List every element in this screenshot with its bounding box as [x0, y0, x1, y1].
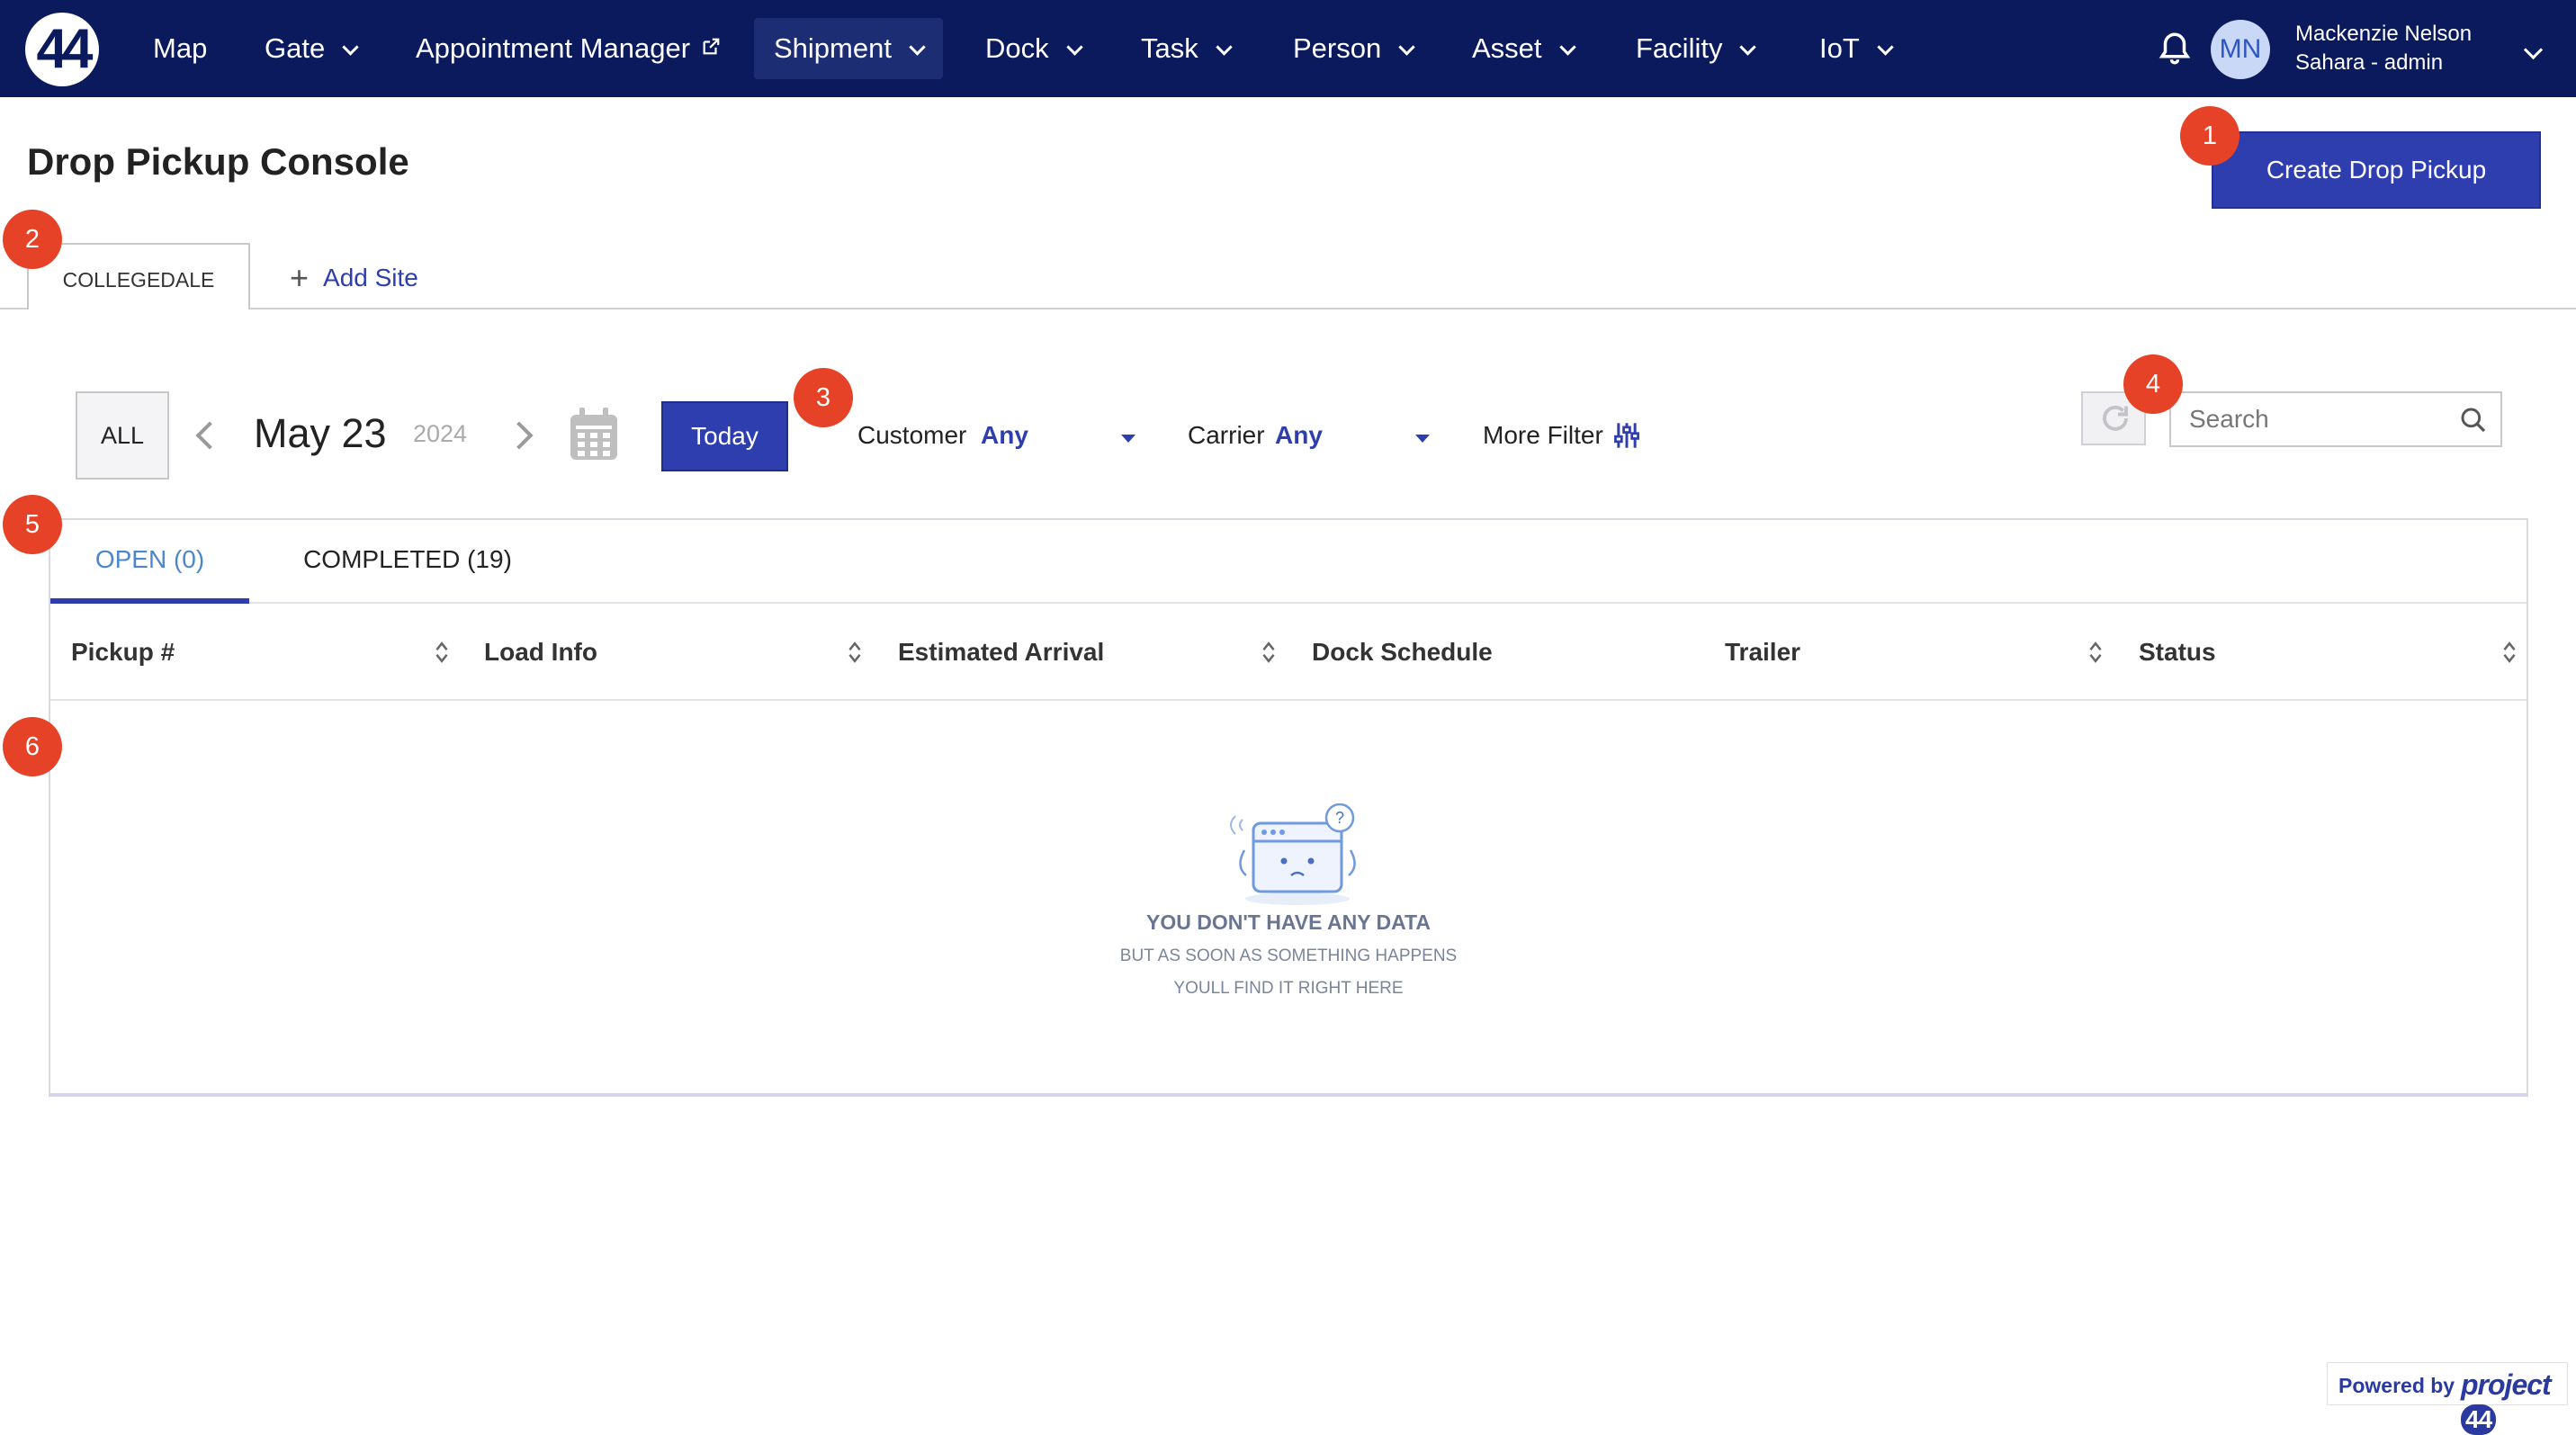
all-dates-button[interactable]: ALL [76, 391, 169, 480]
column-header-dock-schedule: Dock Schedule [1312, 638, 1493, 666]
annotation-badge-1: 1 [2180, 106, 2239, 166]
refresh-icon [2103, 405, 2128, 431]
add-site-label: Add Site [323, 264, 418, 291]
empty-state-subtitle: YOULL FIND IT RIGHT HERE [1173, 979, 1404, 998]
customer-filter-label: Customer [857, 421, 967, 449]
nav-item-label: Facility [1636, 32, 1723, 64]
calendar-icon[interactable] [569, 408, 619, 462]
annotation-badge-4: 4 [2123, 354, 2183, 414]
customer-filter-select[interactable]: Any [981, 421, 1028, 450]
chevron-down-icon [1739, 39, 1757, 56]
nav-item-label: Map [153, 32, 208, 64]
tab-completed[interactable]: COMPLETED (19) [274, 520, 542, 604]
carrier-filter-label: Carrier [1188, 421, 1265, 449]
user-avatar[interactable]: MN [2211, 20, 2270, 79]
column-header-load-info[interactable]: Load Info [484, 604, 597, 701]
sort-icon[interactable] [2087, 640, 2104, 665]
search-input[interactable] [2171, 393, 2441, 445]
today-button[interactable]: Today [661, 401, 788, 471]
nav-item-dock[interactable]: Dock [965, 18, 1100, 79]
sort-icon[interactable] [1261, 640, 1277, 665]
nav-item-iot[interactable]: IoT [1800, 18, 1911, 79]
project44-logo[interactable]: 44 [25, 13, 99, 86]
brand-text: project [2461, 1368, 2552, 1401]
chevron-down-icon [1558, 39, 1576, 56]
table-header: Pickup # Load Info Estimated Arrival Doc… [50, 604, 2527, 701]
brand-badge: 44 [2461, 1404, 2497, 1435]
tab-open[interactable]: OPEN (0) [50, 520, 249, 604]
nav-item-person[interactable]: Person [1273, 18, 1432, 79]
annotation-badge-6: 6 [3, 717, 62, 776]
site-tabs-divider [0, 308, 2576, 309]
more-filter-button[interactable]: More Filter [1483, 421, 1603, 450]
nav-item-label: Gate [265, 32, 326, 64]
bell-icon[interactable] [2156, 29, 2194, 68]
chevron-down-icon[interactable] [2523, 40, 2544, 60]
nav-item-shipment[interactable]: Shipment [754, 18, 943, 79]
sort-icon[interactable] [847, 640, 863, 665]
annotation-badge-5: 5 [3, 495, 62, 554]
annotation-badge-2: 2 [3, 210, 62, 269]
powered-by-text: Powered by [2338, 1374, 2455, 1397]
carrier-filter-select[interactable]: Any [1275, 421, 1323, 450]
nav-item-label: Asset [1472, 32, 1542, 64]
nav-item-map[interactable]: Map [133, 18, 227, 79]
chevron-down-icon [342, 39, 359, 56]
nav-item-label: Person [1293, 32, 1382, 64]
site-tab-collegedale[interactable]: COLLEGEDALE [27, 243, 250, 309]
nav-item-label: Shipment [774, 32, 892, 64]
annotation-badge-3: 3 [794, 368, 853, 427]
svg-text:?: ? [1335, 809, 1344, 827]
user-name[interactable]: Mackenzie Nelson [2295, 22, 2472, 47]
nav-item-asset[interactable]: Asset [1452, 18, 1593, 79]
project44-brand: project44 [2461, 1368, 2567, 1435]
chevron-down-icon [1065, 39, 1083, 56]
selected-year: 2024 [413, 420, 468, 447]
nav-item-appointment-manager[interactable]: Appointment Manager [396, 18, 740, 79]
nav-item-label: IoT [1819, 32, 1860, 64]
sliders-icon[interactable] [1614, 421, 1639, 450]
top-navbar: 44 Map Gate Appointment Manager Shipment… [0, 0, 2576, 97]
sort-icon[interactable] [2501, 640, 2518, 665]
search-field[interactable] [2169, 391, 2502, 447]
next-day-arrow-icon[interactable] [505, 421, 534, 450]
nav-item-facility[interactable]: Facility [1616, 18, 1773, 79]
caret-down-icon[interactable] [1415, 435, 1430, 443]
column-header-trailer[interactable]: Trailer [1725, 604, 1800, 701]
nav-item-gate[interactable]: Gate [245, 18, 376, 79]
user-role[interactable]: Sahara - admin [2295, 50, 2443, 76]
nav-item-label: Task [1141, 32, 1198, 64]
nav-item-label: Appointment Manager [416, 32, 691, 64]
previous-day-arrow-icon[interactable] [195, 421, 224, 450]
selected-date: May 23 [254, 410, 387, 456]
empty-state-title: YOU DON'T HAVE ANY DATA [1146, 910, 1431, 934]
caret-down-icon[interactable] [1121, 435, 1135, 443]
chevron-down-icon [909, 39, 926, 56]
status-tabs: OPEN (0) COMPLETED (19) [50, 520, 2527, 604]
powered-by-badge[interactable]: Powered by project44 [2327, 1362, 2568, 1435]
empty-state-subtitle: BUT AS SOON AS SOMETHING HAPPENS [1119, 946, 1458, 965]
external-link-icon [703, 38, 720, 55]
create-drop-pickup-button[interactable]: Create Drop Pickup [2212, 131, 2541, 209]
empty-state-illustration: ? [1230, 803, 1356, 905]
search-icon[interactable] [2459, 406, 2488, 435]
chevron-down-icon [1877, 39, 1894, 56]
page-title: Drop Pickup Console [27, 140, 409, 183]
chevron-down-icon [1216, 39, 1233, 56]
nav-item-label: Dock [985, 32, 1049, 64]
add-site-button[interactable]: + Add Site [290, 259, 418, 294]
pickup-table-card: OPEN (0) COMPLETED (19) Pickup # Load In… [49, 518, 2528, 1097]
sort-icon[interactable] [434, 640, 450, 665]
plus-icon: + [290, 259, 310, 296]
column-header-estimated-arrival[interactable]: Estimated Arrival [898, 604, 1104, 701]
chevron-down-icon [1398, 39, 1415, 56]
column-header-pickup[interactable]: Pickup # [71, 604, 175, 701]
nav-item-task[interactable]: Task [1121, 18, 1250, 79]
column-header-status[interactable]: Status [2139, 604, 2216, 701]
